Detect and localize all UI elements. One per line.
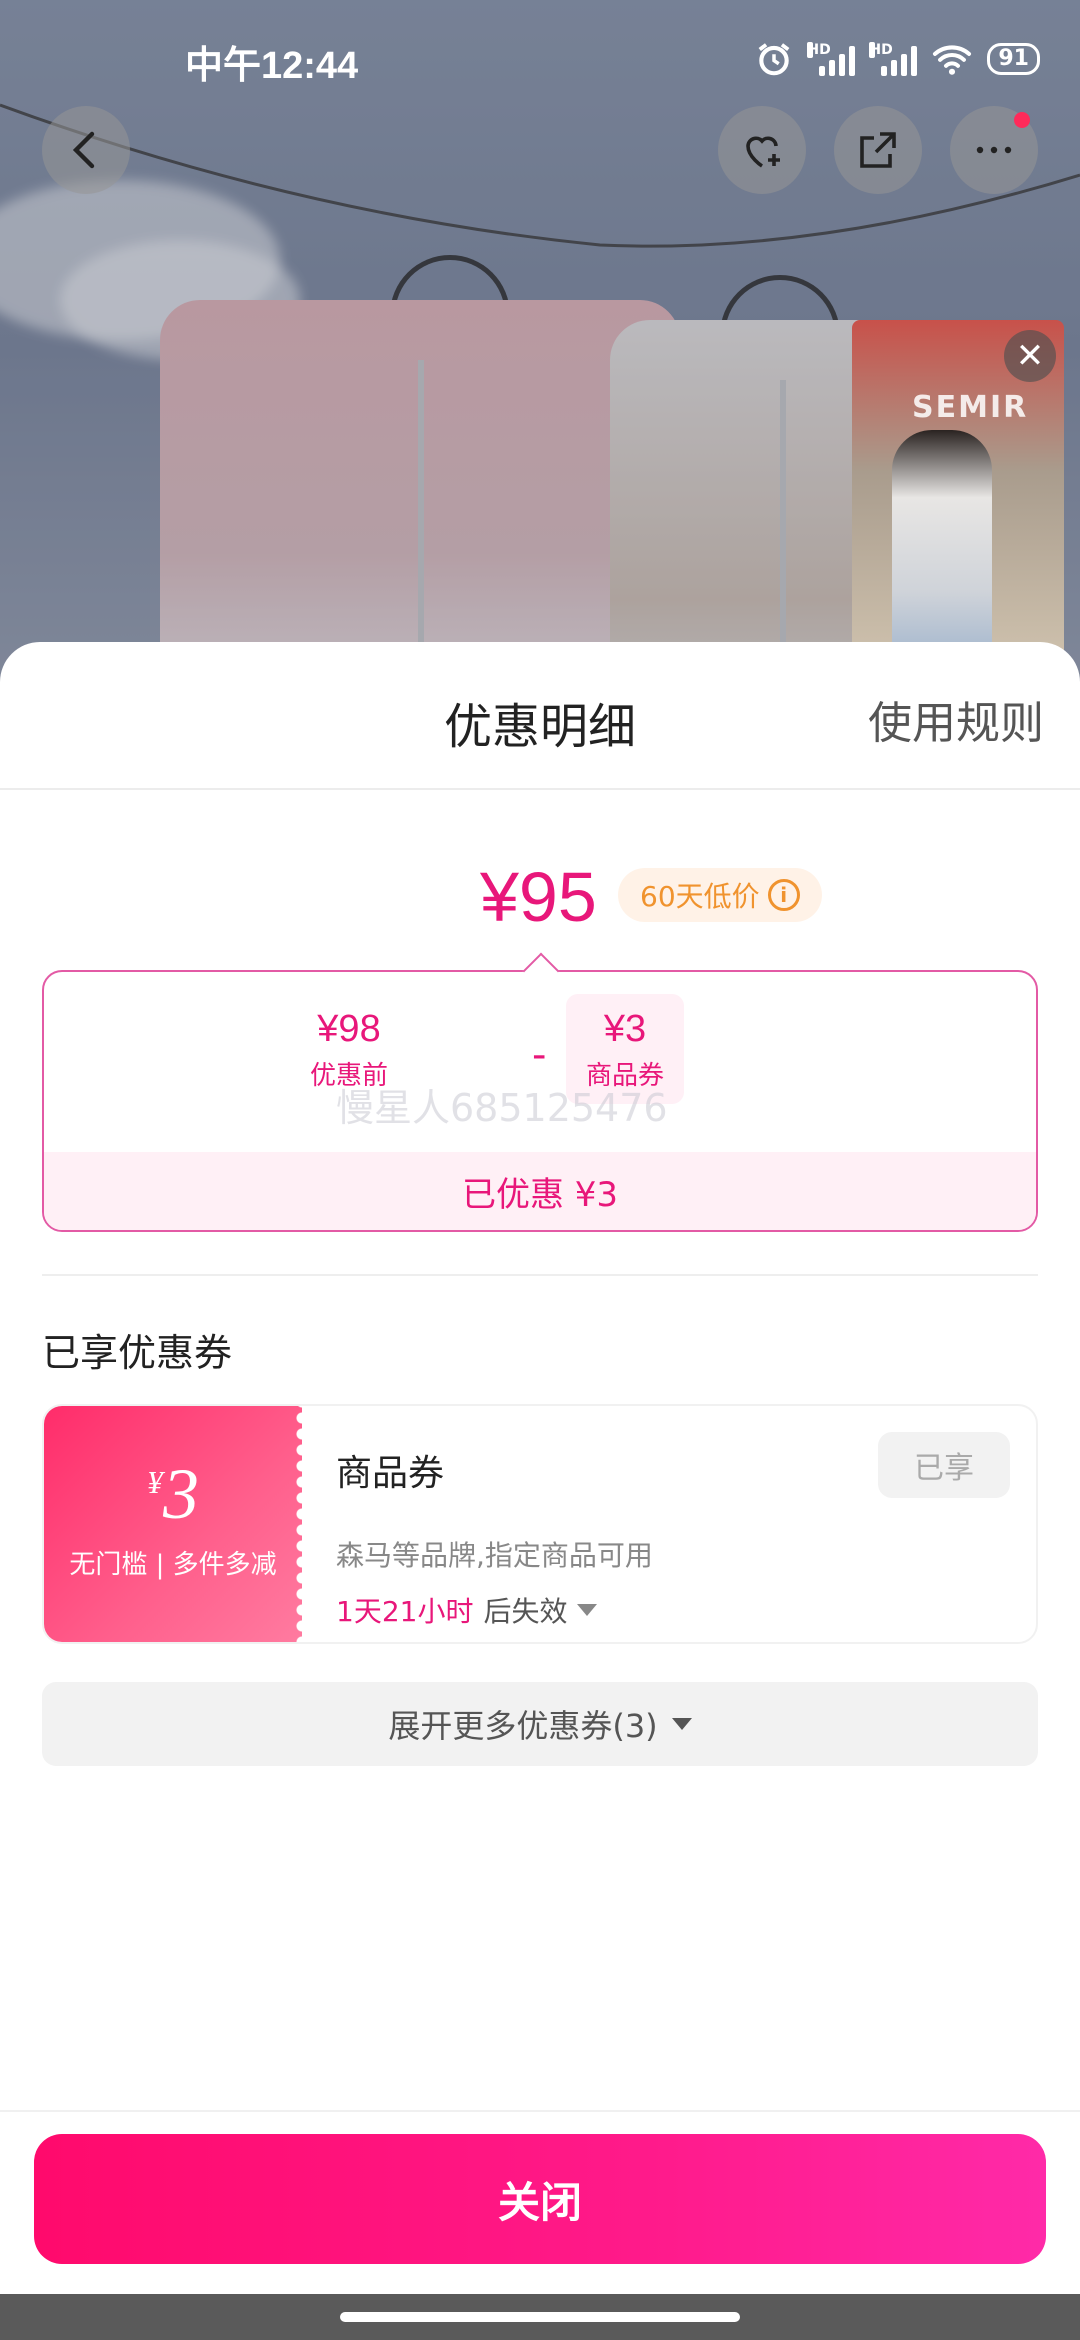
watermark-text: 慢星人685125476 [336, 1086, 668, 1130]
coupon-description: 森马等品牌,指定商品可用 [336, 1539, 653, 1572]
applied-coupons-title: 已享优惠券 [42, 1331, 233, 1375]
coupon-expiry-time: 1天21小时 [336, 1595, 474, 1628]
wifi-icon [933, 45, 972, 75]
coupon-deduction-amount: ¥3 [603, 1008, 647, 1050]
coupon-status-button[interactable]: 已享 [878, 1432, 1010, 1498]
signal-icon-2: HD [869, 42, 918, 76]
status-bar: 中午12:44 HD HD 91 [0, 0, 1080, 120]
close-button[interactable]: 关闭 [34, 2134, 1046, 2264]
caret-down-icon [577, 1604, 598, 1616]
sheet-header: 优惠明细 使用规则 [0, 642, 1080, 790]
usage-rules-link[interactable]: 使用规则 [868, 687, 1044, 751]
section-divider [42, 1274, 1038, 1276]
coupon-value: ¥3 [147, 1454, 199, 1534]
caret-down-icon [671, 1718, 692, 1730]
coupon-value-panel: ¥3 无门槛 | 多件多减 [44, 1406, 310, 1642]
coupon-name: 商品券 [336, 1453, 445, 1494]
price-row: ¥95 [0, 857, 1080, 957]
coupon-card[interactable]: ¥3 无门槛 | 多件多减 商品券 已享 森马等品牌,指定商品可用 1天21小时… [42, 1404, 1038, 1644]
signal-icon: HD [807, 42, 856, 76]
bottom-action-area: 关闭 [0, 2110, 1080, 2294]
low-price-badge-label: 60天低价 [640, 880, 760, 913]
status-time: 中午12:44 [185, 45, 359, 87]
coupon-condition: 无门槛 | 多件多减 [69, 1550, 277, 1580]
info-icon: i [767, 879, 800, 911]
more-dots-icon [976, 146, 1012, 154]
original-price: ¥98 [317, 1008, 381, 1050]
final-price: ¥95 [480, 858, 597, 936]
expand-more-coupons-button[interactable]: 展开更多优惠券(3) [42, 1682, 1038, 1766]
share-icon [860, 132, 896, 168]
battery-indicator: 91 [987, 43, 1040, 75]
coupon-expiry[interactable]: 1天21小时 后失效 [336, 1590, 598, 1630]
close-live-icon[interactable]: ✕ [1004, 330, 1056, 382]
back-button[interactable] [42, 106, 130, 194]
system-nav-bar [0, 2294, 1080, 2340]
favorite-button[interactable] [718, 106, 806, 194]
coupon-expiry-suffix: 后失效 [483, 1595, 568, 1628]
more-button[interactable] [950, 106, 1038, 194]
notification-dot [1014, 112, 1030, 128]
live-brand-text: SEMIR [912, 390, 1029, 425]
chevron-left-icon [72, 131, 95, 169]
discount-detail-sheet: 优惠明细 使用规则 ¥95 60天低价 i ¥98 优惠前 - ¥3 商品券 慢… [0, 642, 1080, 2294]
alarm-icon [758, 43, 790, 76]
home-indicator[interactable] [340, 2312, 740, 2322]
minus-operator: - [532, 1032, 547, 1078]
saved-amount-bar: 已优惠 ¥3 [44, 1152, 1036, 1230]
price-calculation-box: ¥98 优惠前 - ¥3 商品券 慢星人685125476 已优惠 ¥3 [42, 970, 1038, 1232]
expand-more-label: 展开更多优惠券(3) [388, 1707, 658, 1745]
share-button[interactable] [834, 106, 922, 194]
low-price-badge[interactable]: 60天低价 i [618, 868, 822, 922]
heart-plus-icon [746, 136, 780, 168]
